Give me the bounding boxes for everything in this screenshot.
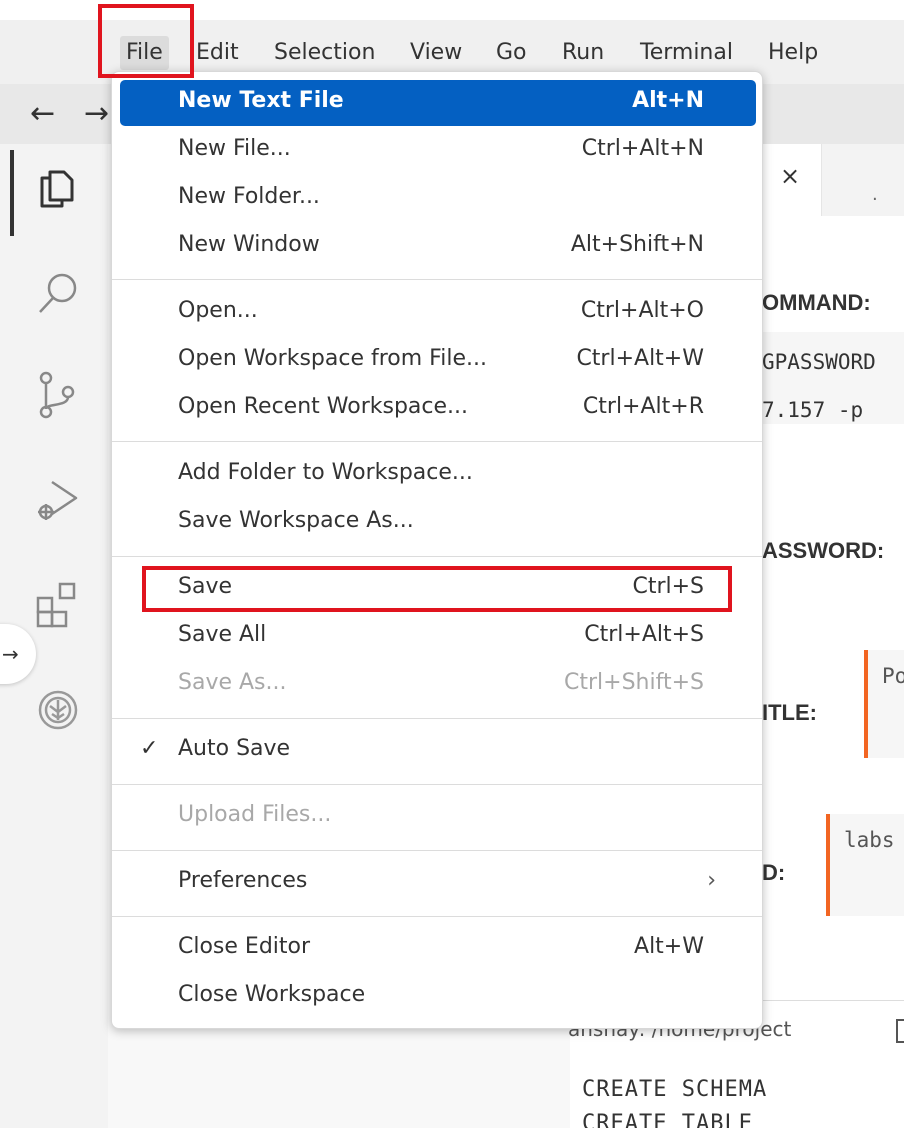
tab-close-icon[interactable]: ×	[780, 162, 800, 190]
extensions-icon[interactable]	[32, 578, 84, 630]
file-menu-dropdown: New Text File Alt+N New File... Ctrl+Alt…	[111, 71, 763, 1029]
menu-separator	[112, 784, 762, 785]
tab-strip-empty: .	[822, 144, 904, 216]
back-arrow-icon[interactable]: ←	[30, 94, 55, 134]
terminal-maximize-icon[interactable]	[896, 1019, 904, 1043]
heading-password: ASSWORD:	[762, 538, 885, 563]
forward-arrow-icon[interactable]: →	[84, 94, 109, 134]
code-line-1: GPASSWORD	[762, 350, 876, 374]
menu-go[interactable]: Go	[490, 36, 533, 70]
menu-item-preferences[interactable]: Preferences ›	[120, 860, 756, 906]
heading-title: ITLE:	[762, 700, 817, 725]
menu-help[interactable]: Help	[762, 36, 824, 70]
menu-separator	[112, 916, 762, 917]
menu-separator	[112, 718, 762, 719]
menu-terminal[interactable]: Terminal	[634, 36, 739, 70]
menu-item-save-workspace-as[interactable]: Save Workspace As...	[120, 500, 756, 546]
code-line-2: 7.157 -p	[762, 398, 864, 422]
active-indicator	[10, 150, 14, 236]
explorer-icon[interactable]	[32, 164, 84, 216]
heading-d: D:	[762, 860, 786, 885]
menu-item-new-window[interactable]: New Window Alt+Shift+N	[120, 224, 756, 270]
menu-item-upload-files: Upload Files...	[178, 802, 332, 827]
menu-view[interactable]: View	[404, 36, 468, 70]
menu-item-save-as: Save As... Ctrl+Shift+S	[178, 670, 704, 695]
menu-edit[interactable]: Edit	[190, 36, 245, 70]
skills-network-icon[interactable]	[32, 684, 84, 736]
terminal-line-2: CREATE TABLE	[582, 1111, 753, 1128]
check-icon: ✓	[140, 736, 159, 761]
menu-separator	[112, 850, 762, 851]
chevron-right-icon: ›	[707, 868, 716, 893]
labs-box: labs	[826, 814, 904, 916]
menu-selection[interactable]: Selection	[268, 36, 381, 70]
menu-separator	[112, 556, 762, 557]
menu-run[interactable]: Run	[556, 36, 610, 70]
heading-command: OMMAND:	[762, 290, 871, 315]
run-debug-icon[interactable]	[32, 474, 84, 526]
menu-separator	[112, 441, 762, 442]
terminal-line-1: CREATE SCHEMA	[582, 1077, 768, 1102]
source-control-icon[interactable]	[32, 368, 84, 420]
menu-item-new-file[interactable]: New File... Ctrl+Alt+N	[120, 128, 756, 174]
menu-item-add-folder[interactable]: Add Folder to Workspace...	[120, 452, 756, 498]
menu-item-open[interactable]: Open... Ctrl+Alt+O	[120, 290, 756, 336]
title-box: Po	[864, 650, 904, 758]
search-icon[interactable]	[32, 268, 84, 320]
menu-item-close-editor[interactable]: Close Editor Alt+W	[120, 926, 756, 972]
title-box-text: Po	[882, 664, 904, 688]
annotation-box-file	[98, 4, 194, 78]
labs-box-text: labs	[844, 828, 895, 852]
tab-dot: .	[872, 184, 878, 205]
menu-item-open-recent[interactable]: Open Recent Workspace... Ctrl+Alt+R	[120, 386, 756, 432]
menu-item-new-folder[interactable]: New Folder...	[120, 176, 756, 222]
menu-item-open-workspace[interactable]: Open Workspace from File... Ctrl+Alt+W	[120, 338, 756, 384]
menu-item-close-workspace[interactable]: Close Workspace	[120, 974, 756, 1020]
menu-separator	[112, 279, 762, 280]
menu-item-new-text-file[interactable]: New Text File Alt+N	[120, 80, 756, 126]
menu-item-save-all[interactable]: Save All Ctrl+Alt+S	[120, 614, 756, 660]
menu-item-auto-save[interactable]: ✓ Auto Save	[120, 728, 756, 774]
annotation-box-save	[142, 566, 732, 612]
